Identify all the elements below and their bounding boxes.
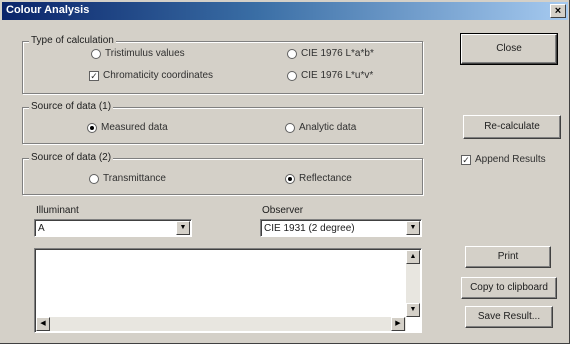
scroll-up-icon[interactable]: ▲ (406, 250, 420, 264)
colour-analysis-dialog: Colour Analysis × Type of calculation Tr… (0, 0, 570, 344)
title-bar[interactable]: Colour Analysis × (2, 2, 568, 20)
source-data-1-group: Source of data (1) Measured data Analyti… (22, 101, 423, 144)
copy-to-clipboard-button[interactable]: Copy to clipboard (461, 277, 557, 299)
radio-button[interactable] (285, 173, 295, 184)
radio-button[interactable] (87, 122, 97, 133)
radio-label: Tristimulus values (105, 48, 185, 59)
radio-button[interactable] (287, 70, 297, 81)
radio-label: Analytic data (299, 122, 357, 133)
radio-label: Reflectance (299, 173, 352, 184)
radio-analytic-data[interactable]: Analytic data (285, 122, 356, 133)
recalculate-button[interactable]: Re-calculate (463, 115, 561, 139)
observer-select[interactable]: CIE 1931 (2 degree) ▼ (260, 219, 422, 237)
radio-label: CIE 1976 L*a*b* (301, 48, 374, 59)
radio-button[interactable] (91, 48, 101, 59)
radio-chromaticity[interactable]: ✓ Chromaticity coordinates (89, 70, 213, 81)
scroll-left-icon[interactable]: ◀ (36, 317, 50, 331)
check-icon[interactable]: ✓ (461, 154, 471, 165)
radio-cielab[interactable]: CIE 1976 L*a*b* (287, 48, 374, 59)
save-result-button[interactable]: Save Result... (465, 306, 553, 328)
scroll-right-icon[interactable]: ▶ (391, 317, 405, 331)
illuminant-select[interactable]: A ▼ (34, 219, 192, 237)
radio-reflectance[interactable]: Reflectance (285, 173, 352, 184)
append-results-label: Append Results (475, 154, 546, 165)
close-icon[interactable]: × (550, 4, 566, 18)
observer-value: CIE 1931 (2 degree) (264, 223, 355, 234)
chevron-down-icon[interactable]: ▼ (406, 221, 420, 235)
print-button[interactable]: Print (465, 246, 551, 268)
radio-tristimulus[interactable]: Tristimulus values (91, 48, 185, 59)
illuminant-label: Illuminant (36, 205, 79, 216)
illuminant-value: A (38, 223, 45, 234)
group-label: Type of calculation (29, 35, 116, 46)
radio-label: Measured data (101, 122, 168, 133)
check-icon[interactable]: ✓ (89, 70, 99, 81)
close-button[interactable]: Close (460, 33, 558, 65)
radio-cieluv[interactable]: CIE 1976 L*u*v* (287, 70, 373, 81)
chevron-down-icon[interactable]: ▼ (176, 221, 190, 235)
radio-label: CIE 1976 L*u*v* (301, 70, 374, 81)
radio-button[interactable] (89, 173, 99, 184)
radio-label: Chromaticity coordinates (103, 70, 214, 81)
radio-label: Transmittance (103, 173, 166, 184)
source-data-2-group: Source of data (2) Transmittance Reflect… (22, 152, 423, 195)
radio-button[interactable] (285, 122, 295, 133)
radio-measured-data[interactable]: Measured data (87, 122, 168, 133)
append-results-checkbox[interactable]: ✓ Append Results (461, 154, 546, 165)
group-label: Source of data (2) (29, 152, 114, 163)
horizontal-scrollbar[interactable] (36, 317, 406, 331)
window-title: Colour Analysis (6, 4, 90, 16)
radio-button[interactable] (287, 48, 297, 59)
scroll-down-icon[interactable]: ▼ (406, 303, 420, 317)
observer-label: Observer (262, 205, 304, 216)
radio-transmittance[interactable]: Transmittance (89, 173, 166, 184)
calculation-type-group: Type of calculation Tristimulus values ✓… (22, 35, 423, 94)
group-label: Source of data (1) (29, 101, 114, 112)
results-textarea[interactable]: ▲ ▼ ◀ ▶ (34, 248, 422, 333)
